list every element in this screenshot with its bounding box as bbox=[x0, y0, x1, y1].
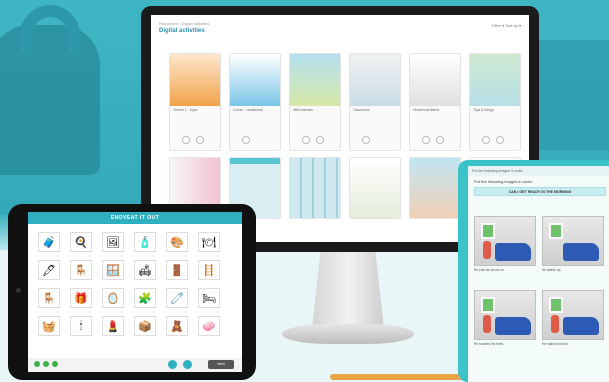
instruction: Put the following images in order. bbox=[474, 179, 533, 184]
activity-card[interactable]: Classroom bbox=[349, 53, 401, 151]
info-icon[interactable] bbox=[316, 136, 324, 144]
camera-icon bbox=[16, 288, 21, 293]
object-tile[interactable]: 🧴 bbox=[134, 232, 156, 252]
activity-card[interactable]: Toys & things bbox=[469, 53, 521, 151]
object-tile[interactable]: 🪟 bbox=[102, 260, 124, 280]
object-tile[interactable]: 🎨 bbox=[166, 232, 188, 252]
object-tile[interactable]: 🛏 bbox=[198, 288, 220, 308]
object-tile[interactable]: 🛋 bbox=[134, 260, 156, 280]
object-tile[interactable]: 🕯 bbox=[70, 316, 92, 336]
tablet-left-screen: ENOVEAT IT OUT 🧳 🍳 🖼 🧴 🎨 🍽 🖊 🪑 🪟 🛋 🚪 🪜 🪑… bbox=[28, 212, 242, 372]
panel-caption: He brushes his teeth. bbox=[474, 342, 505, 346]
panel-caption: He makes his bed. bbox=[542, 342, 569, 346]
activity-card[interactable]: Theme 1 · topic bbox=[169, 53, 221, 151]
activity-card[interactable] bbox=[409, 157, 461, 219]
tablet-right-screen: Put the following images in order Put th… bbox=[468, 166, 609, 382]
story-title: CAN I GET READY IN THE MORNING bbox=[474, 187, 606, 196]
next-icon[interactable] bbox=[183, 360, 192, 369]
object-tile[interactable]: 🪑 bbox=[70, 260, 92, 280]
activity-caption: Theme 1 · topic bbox=[173, 108, 198, 112]
tablet-right: Put the following images in order Put th… bbox=[458, 160, 609, 382]
object-tile[interactable]: 🧼 bbox=[198, 316, 220, 336]
panel-caption: He wakes up. bbox=[542, 268, 562, 272]
object-tile[interactable]: 🖊 bbox=[38, 260, 60, 280]
activity-caption: Classroom bbox=[353, 108, 370, 112]
play-icon[interactable] bbox=[362, 136, 370, 144]
activity-header: ENOVEAT IT OUT bbox=[28, 212, 242, 224]
activity-thumbnail bbox=[230, 54, 280, 106]
monitor-base bbox=[282, 324, 414, 344]
activity-thumbnail bbox=[350, 158, 400, 218]
object-tile[interactable]: 🪑 bbox=[38, 288, 60, 308]
object-tile[interactable]: 🧸 bbox=[166, 316, 188, 336]
object-tile[interactable]: 🪞 bbox=[102, 288, 124, 308]
object-tile[interactable]: 🧷 bbox=[166, 288, 188, 308]
story-grid: He puts his shoes on. He wakes up. He br… bbox=[474, 216, 604, 348]
object-tile[interactable]: 🍽 bbox=[198, 232, 220, 252]
activity-thumbnail bbox=[170, 54, 220, 106]
activity-card[interactable] bbox=[349, 157, 401, 219]
play-icon[interactable] bbox=[242, 136, 250, 144]
panel-caption: He puts his shoes on. bbox=[474, 268, 505, 272]
activity-card[interactable] bbox=[289, 157, 341, 219]
activity-thumbnail bbox=[350, 54, 400, 106]
next-button[interactable]: Next bbox=[208, 360, 234, 369]
object-tile[interactable]: 🪜 bbox=[198, 260, 220, 280]
activity-thumbnail bbox=[290, 54, 340, 106]
activity-caption: Comic · vocabulary bbox=[233, 108, 263, 112]
object-tile[interactable]: 🧩 bbox=[134, 288, 156, 308]
story-panel[interactable]: He wakes up. bbox=[542, 216, 604, 274]
info-icon[interactable] bbox=[436, 136, 444, 144]
activity-thumbnail bbox=[290, 158, 340, 218]
story-panel[interactable]: He puts his shoes on. bbox=[474, 216, 536, 274]
activity-thumbnail bbox=[410, 158, 460, 218]
info-icon[interactable] bbox=[496, 136, 504, 144]
nav-controls bbox=[168, 360, 192, 369]
progress-dots bbox=[34, 361, 58, 367]
play-icon[interactable] bbox=[302, 136, 310, 144]
object-tile[interactable]: 🧺 bbox=[38, 316, 60, 336]
activity-caption: Toys & things bbox=[473, 108, 494, 112]
story-panel[interactable]: He brushes his teeth. bbox=[474, 290, 536, 348]
object-tile[interactable]: 📦 bbox=[134, 316, 156, 336]
object-tile[interactable]: 💄 bbox=[102, 316, 124, 336]
object-tile[interactable]: 🍳 bbox=[70, 232, 92, 252]
activity-caption: Wild animals bbox=[293, 108, 313, 112]
topbar: Put the following images in order bbox=[468, 166, 609, 176]
activity-card[interactable]: Comic · vocabulary bbox=[229, 53, 281, 151]
tablet-left: ENOVEAT IT OUT 🧳 🍳 🖼 🧴 🎨 🍽 🖊 🪑 🪟 🛋 🚪 🪜 🪑… bbox=[8, 204, 256, 380]
activity-caption: Household items bbox=[413, 108, 440, 112]
prev-icon[interactable] bbox=[168, 360, 177, 369]
monitor-header: Resources › Digital activities Digital a… bbox=[159, 21, 521, 41]
object-grid: 🧳 🍳 🖼 🧴 🎨 🍽 🖊 🪑 🪟 🛋 🚪 🪜 🪑 🎁 🪞 🧩 🧷 🛏 🧺 🕯 … bbox=[38, 232, 228, 336]
object-tile[interactable]: 🎁 bbox=[70, 288, 92, 308]
activity-thumbnail bbox=[470, 54, 520, 106]
story-panel[interactable]: He makes his bed. bbox=[542, 290, 604, 348]
page-title: Digital activities bbox=[159, 28, 205, 34]
object-tile[interactable]: 🧳 bbox=[38, 232, 60, 252]
activity-card[interactable]: Household items bbox=[409, 53, 461, 151]
play-icon[interactable] bbox=[182, 136, 190, 144]
filter-controls[interactable]: Filter ▾ Sort by ▾ bbox=[492, 23, 521, 28]
activity-card[interactable]: Wild animals bbox=[289, 53, 341, 151]
info-icon[interactable] bbox=[196, 136, 204, 144]
play-icon[interactable] bbox=[422, 136, 430, 144]
breadcrumb[interactable]: Resources › Digital activities bbox=[159, 21, 521, 26]
object-tile[interactable]: 🚪 bbox=[166, 260, 188, 280]
play-icon[interactable] bbox=[482, 136, 490, 144]
activity-footer: Next bbox=[28, 358, 242, 372]
background-backpack-strap bbox=[20, 5, 80, 55]
activity-thumbnail bbox=[410, 54, 460, 106]
object-tile[interactable]: 🖼 bbox=[102, 232, 124, 252]
